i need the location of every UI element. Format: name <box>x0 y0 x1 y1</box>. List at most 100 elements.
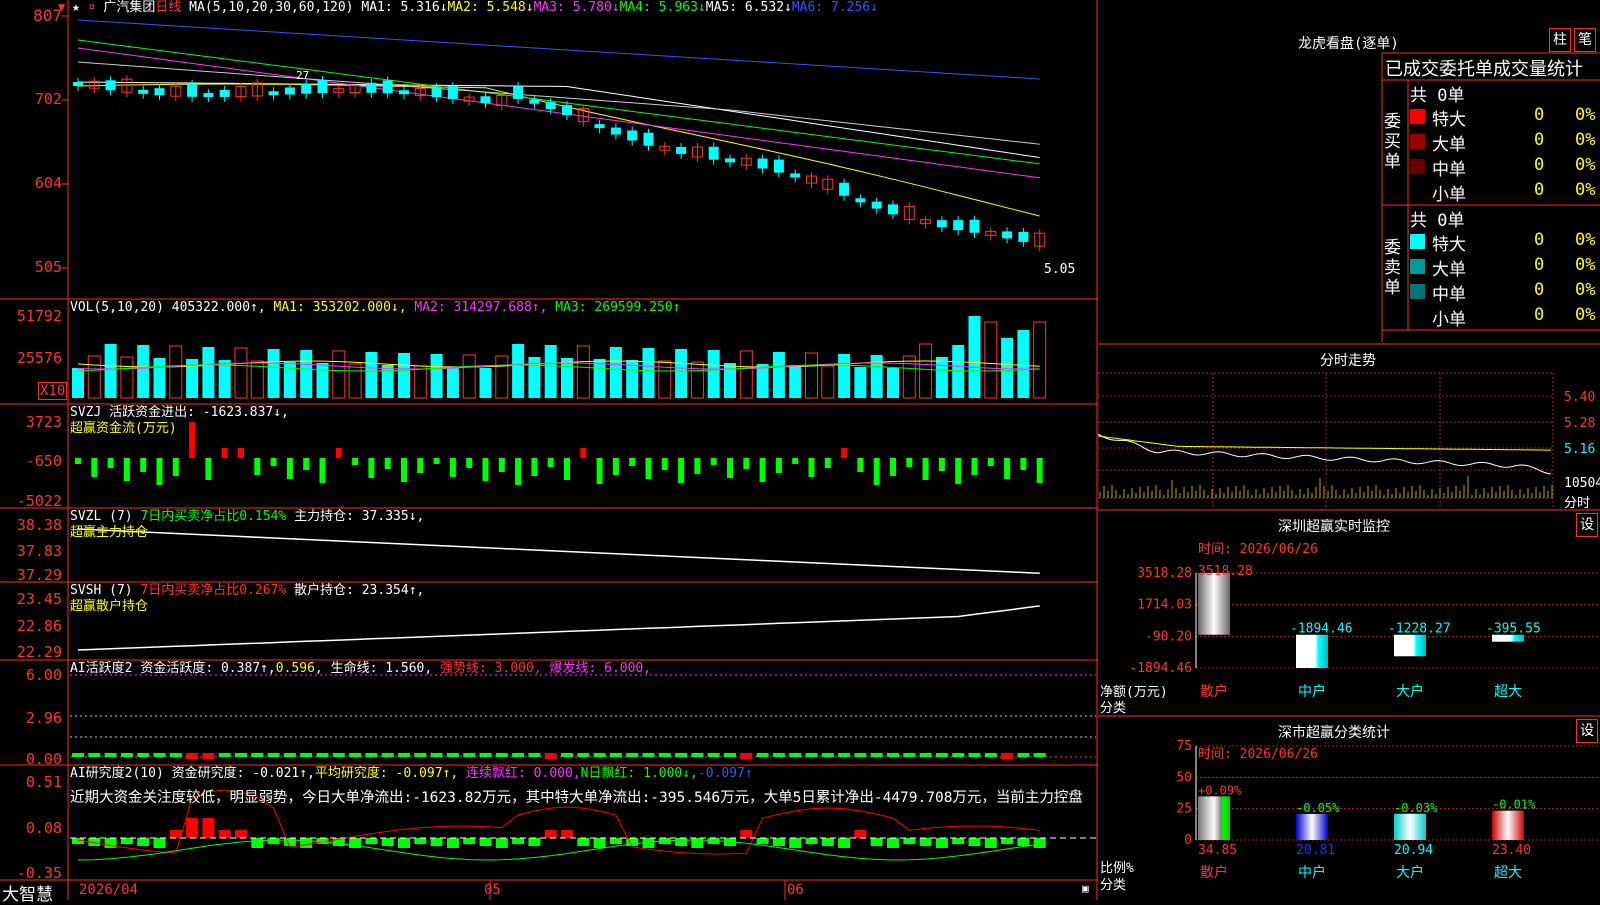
research-bar <box>235 830 247 838</box>
intraday-axis-tick: 5.28 <box>1564 416 1596 431</box>
net-amount-bar <box>1394 634 1426 657</box>
research-bar <box>153 838 166 848</box>
order-count: 0 <box>1534 155 1545 175</box>
research-bar <box>1017 838 1030 846</box>
volume-bar <box>984 321 998 399</box>
tab-bar-chart[interactable]: 柱 <box>1549 28 1571 52</box>
net-amount-label: -1228.27 <box>1388 622 1451 637</box>
fund-flow-bar <box>596 458 603 484</box>
activity-bar <box>218 753 231 757</box>
order-count: 0 <box>1534 255 1545 275</box>
activity-bar <box>1017 753 1030 757</box>
net-amount-bar <box>1296 634 1328 668</box>
sell-total: 共 0单 <box>1410 211 1465 231</box>
order-size-label: 特大 <box>1432 110 1466 130</box>
candle-body <box>513 86 524 100</box>
svzl-axis-tick: 37.29 <box>16 566 62 584</box>
volume-bar <box>642 348 655 398</box>
activity-bar <box>805 753 818 757</box>
volume-bar <box>1033 321 1047 399</box>
star-icon[interactable]: ★ <box>72 0 80 15</box>
candle-body <box>708 146 719 160</box>
ratio-bar <box>1198 796 1230 840</box>
research-bar <box>218 830 231 838</box>
activity-bar <box>446 753 459 757</box>
category-label: 超大 <box>1494 865 1522 881</box>
activity-bar <box>528 753 541 757</box>
fund-flow-bar <box>580 448 587 458</box>
activity-bar <box>120 753 133 757</box>
stock-name[interactable]: 广汽集团 <box>103 0 155 15</box>
ratio-change-label: -0.01% <box>1492 798 1536 812</box>
research-bar <box>120 838 133 844</box>
price-axis-tick: 702 <box>34 90 62 108</box>
lock-icon[interactable]: ▣ <box>1082 882 1089 895</box>
fund-flow-bar <box>123 458 130 481</box>
research-bar <box>251 838 264 848</box>
research-bar <box>528 838 541 846</box>
activity-bar <box>577 753 590 757</box>
vol-unit-badge[interactable]: X10 <box>38 382 68 400</box>
fund-flow-bar <box>531 458 538 476</box>
research-bar <box>381 838 394 846</box>
order-size-label: 大单 <box>1432 135 1466 155</box>
svsh-axis-tick: 22.86 <box>16 617 62 635</box>
ratio-bar <box>1394 813 1426 840</box>
order-count: 0 <box>1534 305 1545 325</box>
volume-bar <box>512 344 525 398</box>
ai-research-axis-tick: 0.08 <box>25 819 62 837</box>
tab-tick-list[interactable]: 笔 <box>1574 28 1596 52</box>
volume-bar <box>446 367 459 398</box>
app-logo[interactable]: 大智慧 <box>2 880 53 905</box>
main-chart-area[interactable]: ★ ¤ 广汽集团日线 MA(5,10,20,30,60,120) MA1: 5.… <box>0 0 1098 905</box>
net-amount-bar-chart[interactable]: 3518.28 1714.03 -90.20 -1894.46 3518.28 散户 -18… <box>1098 520 1600 710</box>
activity-bar <box>740 753 753 759</box>
activity-bar <box>300 753 313 757</box>
ma-line-6 <box>77 19 1040 80</box>
ma5-value: MA5: 6.532↓ <box>705 0 792 15</box>
order-count: 0 <box>1534 280 1545 300</box>
ratio-change-label: +0.09% <box>1198 783 1242 797</box>
candlestick-chart[interactable] <box>0 0 1098 900</box>
fund-flow-bar <box>678 458 685 483</box>
svsh-axis-tick: 23.45 <box>16 590 62 608</box>
category-axis-tick: 75 <box>1176 739 1192 754</box>
order-percent: 0% <box>1575 105 1596 125</box>
fund-flow-bar <box>466 458 473 468</box>
candle-body <box>610 127 621 135</box>
ai-active-value: 资金活跃度: 0.387↑, <box>140 661 276 676</box>
category-axis-tick: 50 <box>1176 770 1192 785</box>
volume-bar <box>283 362 296 398</box>
ratio-value-label: 34.85 <box>1198 843 1237 858</box>
right-panel: 龙虎看盘(逐单) 柱 笔 已成交委托单成交量统计 委买单 委卖单 共 0单 共 … <box>1098 0 1600 900</box>
ratio-bar-chart[interactable]: 75 50 25 0 +0.09% 34.85 散户 -0.05% 20.81 中户 -0.03% 2… <box>1098 720 1600 900</box>
candle-body <box>382 80 393 94</box>
activity-bar <box>561 753 573 757</box>
research-bar <box>137 838 150 846</box>
ai-active-axis-tick: 0.00 <box>25 750 62 768</box>
activity-bar <box>658 753 671 757</box>
activity-bar <box>1001 753 1014 759</box>
order-percent: 0% <box>1575 230 1596 250</box>
order-row: 特大 0 0% <box>1410 230 1600 255</box>
activity-bar <box>935 753 948 757</box>
period-label[interactable]: 日线 <box>155 0 181 15</box>
research-bar <box>283 838 296 846</box>
intraday-chart[interactable] <box>1098 370 1600 510</box>
fund-flow-bar <box>319 458 326 483</box>
intraday-time-label: 分时 <box>1564 496 1591 511</box>
ai-lifeline: 生命线: 1.560, <box>330 661 433 676</box>
price-axis-tick: 505 <box>34 258 62 276</box>
activity-bar <box>104 753 117 757</box>
activity-bar <box>332 753 345 757</box>
order-size-label: 小单 <box>1432 310 1466 330</box>
order-percent: 0% <box>1575 280 1596 300</box>
fund-flow-bar <box>938 458 945 471</box>
fund-flow-bar <box>286 458 293 479</box>
high-mark-label: 27 <box>296 69 310 82</box>
volume-bar <box>169 345 183 399</box>
candle-body <box>317 80 328 94</box>
color-swatch <box>1410 234 1425 249</box>
volume-bar <box>902 355 916 399</box>
dragon-subtitle: 已成交委托单成交量统计 <box>1385 59 1583 80</box>
